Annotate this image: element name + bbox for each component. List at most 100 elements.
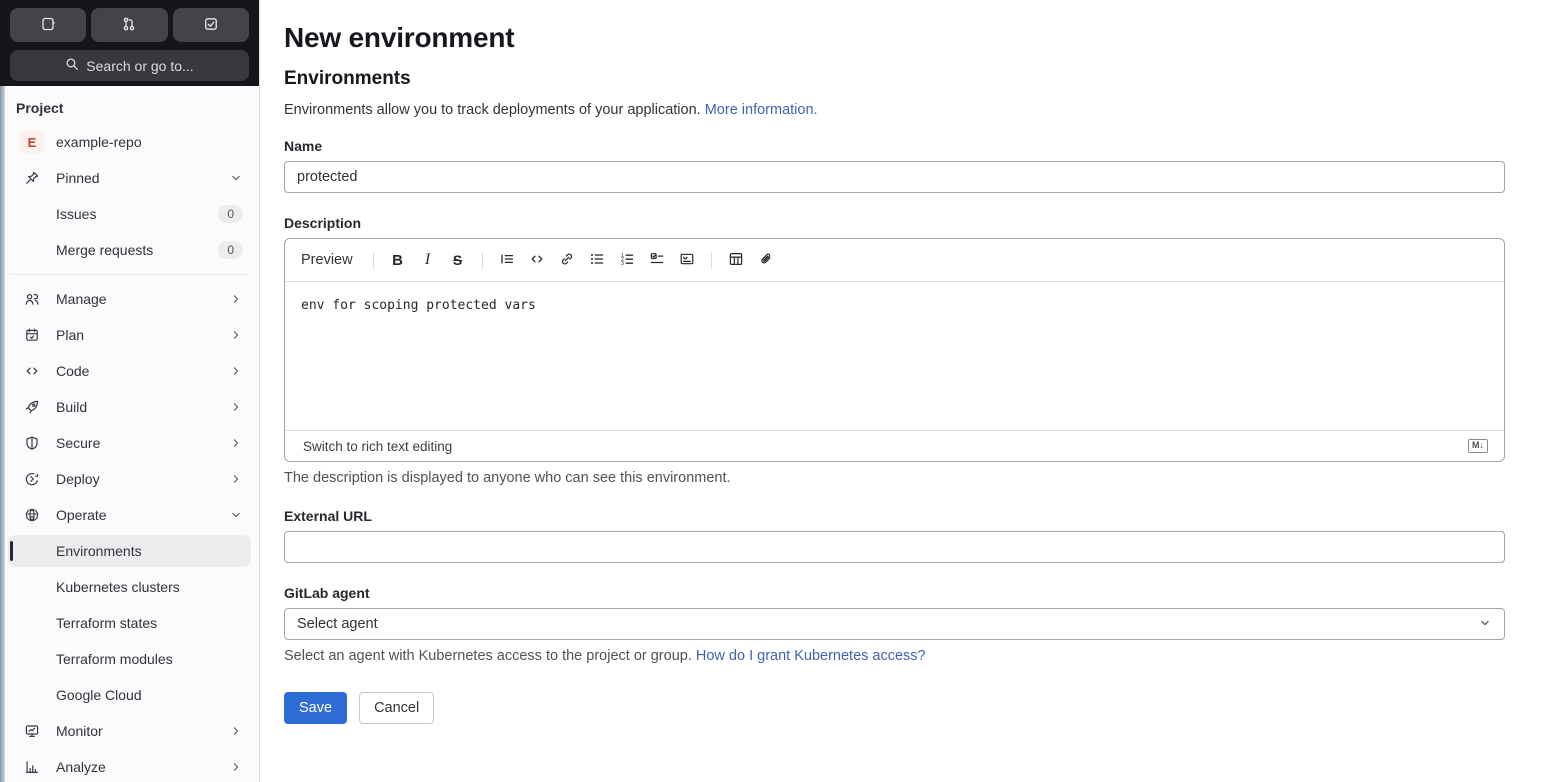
- sidebar-item-terraform-states[interactable]: Terraform states: [8, 607, 251, 639]
- task-list-icon: [649, 251, 665, 270]
- project-section-label: Project: [16, 100, 64, 116]
- bold-icon: B: [392, 251, 403, 269]
- project-avatar: E: [20, 130, 44, 154]
- merge-requests-count-badge: 0: [218, 241, 243, 259]
- name-label: Name: [284, 138, 323, 154]
- chevron-down-icon: [229, 508, 243, 522]
- main-content: New environment Environments Environment…: [260, 0, 1550, 782]
- italic-button[interactable]: I: [414, 246, 442, 274]
- gitlab-agent-field-group: GitLab agent Select agent Select an agen…: [284, 585, 1505, 664]
- chevron-right-icon: [229, 292, 243, 306]
- description-label: Description: [284, 215, 362, 231]
- chevron-down-icon: [229, 171, 243, 185]
- todo-check-icon: [203, 16, 219, 35]
- todo-shortcut-button[interactable]: [172, 8, 249, 42]
- search-input[interactable]: Search or go to...: [10, 50, 249, 81]
- page-title: New environment: [284, 22, 515, 53]
- merge-requests-shortcut-button[interactable]: [91, 8, 168, 42]
- name-input[interactable]: [284, 161, 1505, 193]
- toolbar-divider: [481, 251, 483, 269]
- chevron-right-icon: [229, 364, 243, 378]
- sidebar-item-kubernetes-clusters[interactable]: Kubernetes clusters: [8, 571, 251, 603]
- name-field-group: Name: [284, 138, 1505, 193]
- switch-rich-text-button[interactable]: Switch to rich text editing: [303, 439, 452, 454]
- sidebar-item-issues[interactable]: Issues 0: [8, 198, 251, 230]
- sidebar-nav: Project E example-repo Pinned Issues 0 M…: [0, 86, 259, 782]
- bulleted-list-icon: [589, 251, 605, 270]
- bar-chart-icon: [24, 759, 40, 775]
- sidebar-item-terraform-modules[interactable]: Terraform modules: [8, 643, 251, 675]
- quote-button[interactable]: [493, 246, 521, 274]
- globe-icon: [24, 507, 40, 523]
- code-icon: [24, 363, 40, 379]
- issues-icon: [40, 16, 56, 35]
- italic-icon: I: [424, 251, 431, 268]
- description-help-text: The description is displayed to anyone w…: [284, 470, 731, 486]
- editor-body: env for scoping protected vars: [285, 282, 1504, 430]
- kubernetes-access-link[interactable]: How do I grant Kubernetes access?: [696, 648, 926, 664]
- link-button[interactable]: [553, 246, 581, 274]
- agent-select[interactable]: Select agent: [284, 608, 1505, 640]
- rocket-icon: [24, 399, 40, 415]
- chevron-right-icon: [229, 472, 243, 486]
- link-icon: [559, 251, 575, 270]
- pin-icon: [24, 170, 40, 186]
- sidebar-item-build[interactable]: Build: [8, 391, 251, 423]
- intro-text: Environments allow you to track deployme…: [284, 102, 818, 118]
- chevron-right-icon: [229, 724, 243, 738]
- sidebar-item-merge-requests[interactable]: Merge requests 0: [8, 234, 251, 266]
- external-url-field-group: External URL: [284, 508, 1505, 563]
- users-icon: [24, 291, 40, 307]
- project-name: example-repo: [56, 134, 142, 150]
- cancel-button[interactable]: Cancel: [359, 692, 435, 724]
- sidebar-item-project[interactable]: E example-repo: [8, 126, 251, 158]
- sidebar-item-deploy[interactable]: Deploy: [8, 463, 251, 495]
- code-button[interactable]: [523, 246, 551, 274]
- external-url-label: External URL: [284, 508, 372, 524]
- markdown-editor: Preview B I S env for scoping protected …: [284, 238, 1505, 462]
- issues-shortcut-button[interactable]: [10, 8, 87, 42]
- search-icon: [65, 57, 79, 74]
- monitor-icon: [24, 723, 40, 739]
- more-information-link[interactable]: More information.: [705, 102, 818, 118]
- sidebar-item-environments[interactable]: Environments: [8, 535, 251, 567]
- description-field-group: Description Preview B I S env for scopin…: [284, 215, 1505, 486]
- collapsible-section-button[interactable]: [673, 246, 701, 274]
- bold-button[interactable]: B: [384, 246, 412, 274]
- calendar-icon: [24, 327, 40, 343]
- sidebar-item-google-cloud[interactable]: Google Cloud: [8, 679, 251, 711]
- sidebar-item-plan[interactable]: Plan: [8, 319, 251, 351]
- attach-file-button[interactable]: [752, 246, 780, 274]
- chevron-down-icon: [1478, 616, 1492, 633]
- task-list-button[interactable]: [643, 246, 671, 274]
- toolbar-divider: [372, 251, 374, 269]
- sidebar-item-monitor[interactable]: Monitor: [8, 715, 251, 747]
- bulleted-list-button[interactable]: [583, 246, 611, 274]
- sidebar-item-analyze[interactable]: Analyze: [8, 751, 251, 782]
- sidebar-item-code[interactable]: Code: [8, 355, 251, 387]
- chevron-right-icon: [229, 400, 243, 414]
- sidebar-divider: [10, 274, 249, 275]
- sidebar-item-operate[interactable]: Operate: [8, 499, 251, 531]
- numbered-list-button[interactable]: [613, 246, 641, 274]
- issues-count-badge: 0: [218, 205, 243, 223]
- quote-icon: [499, 251, 515, 270]
- preview-button[interactable]: Preview: [299, 246, 363, 274]
- numbered-list-icon: [619, 251, 635, 270]
- sidebar-item-manage[interactable]: Manage: [8, 283, 251, 315]
- sidebar-item-secure[interactable]: Secure: [8, 427, 251, 459]
- external-url-input[interactable]: [284, 531, 1505, 563]
- description-textarea[interactable]: env for scoping protected vars: [285, 282, 1504, 430]
- save-button[interactable]: Save: [284, 692, 348, 724]
- search-placeholder: Search or go to...: [86, 57, 194, 74]
- editor-footer: Switch to rich text editing M↓: [285, 430, 1504, 461]
- strikethrough-button[interactable]: S: [444, 246, 472, 274]
- toolbar-divider: [710, 251, 712, 269]
- gitlab-agent-label: GitLab agent: [284, 585, 370, 601]
- sidebar-item-pinned[interactable]: Pinned: [8, 162, 251, 194]
- app-window: Search or go to... Project E example-rep…: [0, 0, 1550, 782]
- strikethrough-icon: S: [452, 252, 463, 268]
- table-icon: [728, 251, 744, 270]
- table-button[interactable]: [722, 246, 750, 274]
- agent-select-value: Select agent: [297, 616, 378, 632]
